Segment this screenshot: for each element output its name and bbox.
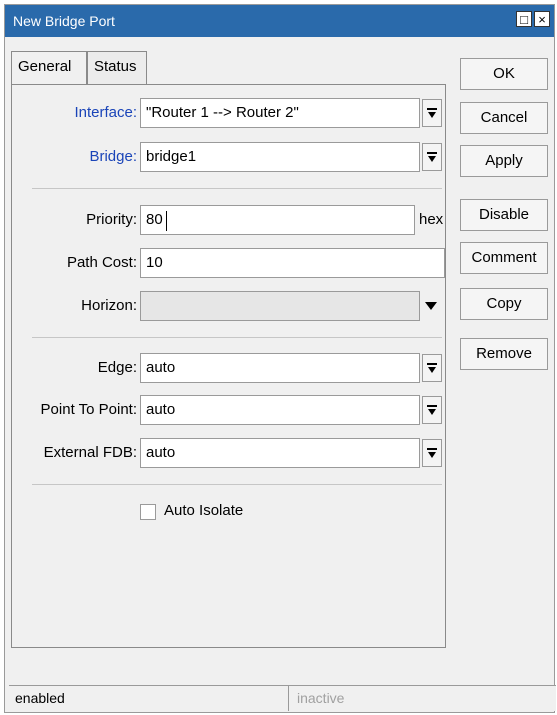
auto-isolate-row: Auto Isolate (12, 502, 447, 536)
disable-button[interactable]: Disable (460, 199, 548, 231)
remove-button[interactable]: Remove (460, 338, 548, 370)
priority-value: 80 (146, 211, 163, 228)
external-fdb-row: External FDB: auto (12, 438, 447, 470)
status-running: inactive (297, 690, 345, 706)
separator (32, 337, 442, 338)
copy-button[interactable]: Copy (460, 288, 548, 320)
dropdown-arrow-icon (427, 152, 437, 162)
interface-row: Interface: "Router 1 --> Router 2" (12, 98, 447, 130)
edge-select[interactable]: auto (140, 353, 420, 383)
window-title: New Bridge Port (13, 13, 115, 29)
bridge-select[interactable]: bridge1 (140, 142, 420, 172)
bridge-label[interactable]: Bridge: (89, 148, 137, 165)
point-to-point-label: Point To Point: (40, 401, 137, 418)
edge-dropdown-button[interactable] (422, 354, 442, 382)
point-to-point-row: Point To Point: auto (12, 395, 447, 427)
priority-label: Priority: (86, 211, 137, 228)
dropdown-arrow-icon (427, 363, 437, 373)
path-cost-label: Path Cost: (66, 254, 137, 271)
auto-isolate-checkbox[interactable] (140, 504, 156, 520)
general-panel: Interface: "Router 1 --> Router 2" Bridg… (11, 84, 446, 648)
status-enabled: enabled (11, 686, 289, 711)
priority-input[interactable]: 80 (140, 205, 415, 235)
edge-row: Edge: auto (12, 353, 447, 385)
bridge-row: Bridge: bridge1 (12, 142, 447, 174)
cancel-button[interactable]: Cancel (460, 102, 548, 134)
dropdown-arrow-icon (427, 405, 437, 415)
tab-general[interactable]: General (11, 51, 87, 86)
priority-unit: hex (419, 211, 444, 228)
priority-row: Priority: 80 hex (12, 205, 447, 237)
edge-label: Edge: (97, 359, 137, 376)
path-cost-row: Path Cost: 10 (12, 248, 447, 280)
auto-isolate-label[interactable]: Auto Isolate (164, 502, 243, 519)
text-caret (166, 211, 167, 231)
path-cost-input[interactable]: 10 (140, 248, 445, 278)
interface-label[interactable]: Interface: (74, 104, 137, 121)
point-to-point-dropdown-button[interactable] (422, 396, 442, 424)
dropdown-arrow-icon (427, 108, 437, 118)
separator (32, 484, 442, 485)
separator (32, 188, 442, 189)
status-bar: enabled inactive (9, 685, 556, 711)
close-icon[interactable]: × (534, 11, 550, 27)
title-bar[interactable]: New Bridge Port □ × (5, 5, 554, 37)
external-fdb-select[interactable]: auto (140, 438, 420, 468)
horizon-input[interactable] (140, 291, 420, 321)
horizon-dropdown-icon[interactable] (425, 302, 437, 310)
external-fdb-label: External FDB: (43, 444, 137, 461)
horizon-row: Horizon: (12, 291, 447, 323)
comment-button[interactable]: Comment (460, 242, 548, 274)
tab-status[interactable]: Status (87, 51, 147, 85)
maximize-icon[interactable]: □ (516, 11, 532, 27)
horizon-label: Horizon: (81, 297, 137, 314)
external-fdb-dropdown-button[interactable] (422, 439, 442, 467)
dropdown-arrow-icon (427, 448, 437, 458)
ok-button[interactable]: OK (460, 58, 548, 90)
bridge-dropdown-button[interactable] (422, 143, 442, 171)
interface-dropdown-button[interactable] (422, 99, 442, 127)
apply-button[interactable]: Apply (460, 145, 548, 177)
interface-select[interactable]: "Router 1 --> Router 2" (140, 98, 420, 128)
bridge-port-window: New Bridge Port □ × General Status Inter… (4, 4, 556, 713)
point-to-point-select[interactable]: auto (140, 395, 420, 425)
